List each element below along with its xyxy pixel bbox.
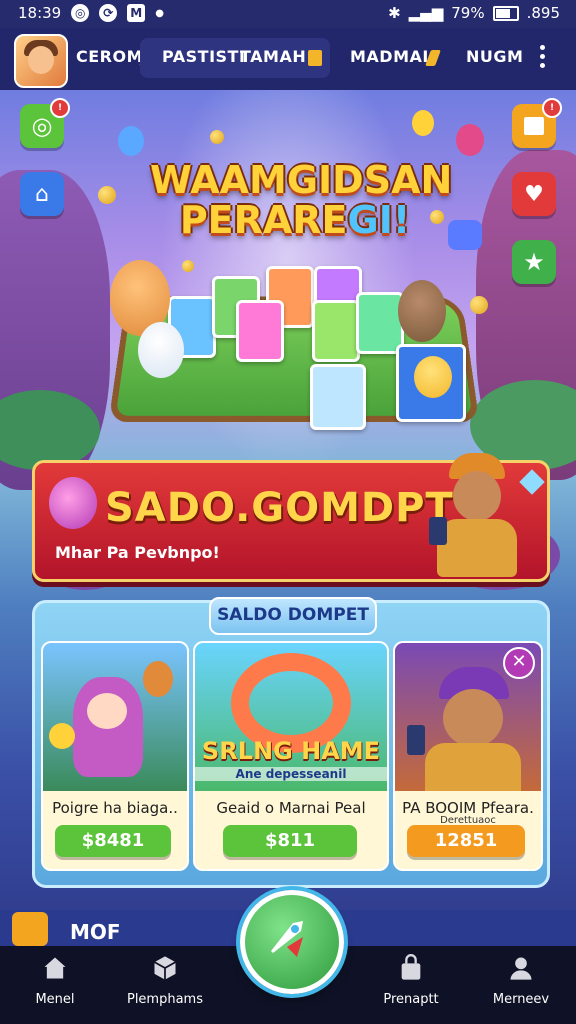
wallet-panel-tab: SALDO DOMPET	[209, 597, 377, 635]
promo-character	[427, 453, 527, 577]
tab-madmai[interactable]: MADMAI	[350, 47, 429, 66]
home-side-button[interactable]: ⌂	[20, 172, 64, 216]
mail-side-button[interactable]: !	[512, 98, 562, 148]
swirl-icon: ◎	[31, 112, 53, 140]
heart-icon: ♥	[524, 181, 544, 207]
game-title: WAAMGIDSAN PERAREGI!	[150, 158, 453, 242]
status-time: 18:39	[18, 4, 62, 22]
nav-item-shop[interactable]: Prenaptt	[356, 954, 466, 1007]
character-card	[356, 292, 404, 354]
balloon-icon	[118, 126, 144, 156]
battery-icon	[492, 5, 519, 21]
game-card[interactable]: ✕ PA BOOIM Pfeara. Derettuaoc 12851	[393, 641, 543, 871]
game-title-line1: WAAMGIDSAN	[150, 158, 453, 202]
game-card-art-caption: SRLNG HAME	[201, 737, 381, 765]
nav-item-profile[interactable]: Merneev	[466, 954, 576, 1007]
tab-tamah[interactable]: TAMAH	[240, 47, 306, 66]
wallet-panel: SALDO DOMPET Poigre ha biaga.. $8481 SRL…	[32, 597, 550, 888]
rocket-icon	[271, 921, 303, 957]
game-card[interactable]: SRLNG HAME Ane depesseanil Geaid o Marna…	[193, 641, 389, 871]
house-icon: ⌂	[35, 181, 49, 207]
price-button[interactable]: $811	[223, 825, 357, 857]
price-button[interactable]: $8481	[55, 825, 171, 857]
game-card-art	[43, 643, 187, 791]
game-card-title: Geaid o Marnai Peal	[216, 799, 366, 817]
otter-character	[398, 280, 446, 342]
home-icon	[44, 957, 66, 979]
bluetooth-icon: ✱	[388, 4, 401, 22]
avatar[interactable]	[14, 34, 68, 88]
star-icon: ★	[523, 248, 545, 276]
game-card-art-subcaption: Ane depesseanil	[195, 767, 387, 781]
note-icon	[308, 50, 322, 66]
promo-banner[interactable]: SADO.GOMDPT Mhar Pa Pevbnpo!	[32, 453, 550, 582]
status-bar: 18:39 ◎ ⟳ M ● ✱ ▂▄▆ 79% .895	[0, 0, 576, 28]
game-card-title: Poigre ha biaga..	[52, 799, 178, 817]
strip-text: MOF	[70, 920, 121, 944]
mail-notification-icon: M	[127, 4, 146, 22]
bunny-mascot	[49, 477, 97, 529]
balloon-icon	[456, 124, 484, 156]
price-button[interactable]: 12851	[407, 825, 525, 857]
bag-icon	[401, 954, 421, 980]
person-icon	[510, 957, 532, 980]
close-icon[interactable]: ✕	[503, 647, 535, 679]
promo-subtitle: Mhar Pa Pevbnpo!	[55, 543, 220, 562]
gift-icon	[448, 220, 482, 250]
favorites-side-button[interactable]: ♥	[512, 172, 556, 216]
nav-label: Plemphams	[126, 992, 203, 1007]
nav-label: Merneev	[492, 992, 550, 1007]
character-card	[312, 300, 360, 362]
promo-title: SADO.GOMDPT	[105, 485, 454, 531]
nav-item-games[interactable]: Plemphams	[110, 954, 220, 1007]
cube-icon	[154, 956, 176, 980]
dot-notification-icon: ●	[155, 7, 164, 19]
battery-percent: 79%	[451, 4, 485, 22]
ghost-character	[138, 322, 184, 378]
center-action-button[interactable]	[240, 890, 344, 994]
nav-item-home[interactable]: Menel	[0, 954, 110, 1007]
signal-icon: ▂▄▆	[408, 4, 444, 22]
phone-icon	[429, 517, 447, 545]
app-bar: CEROMA PASTISTI TAMAH MADMAI NUGM	[0, 28, 576, 90]
chick-character	[414, 356, 452, 398]
strip-icon	[12, 912, 48, 946]
sync-notification-icon: ⟳	[99, 4, 118, 22]
character-card	[236, 300, 284, 362]
spin-wheel-button[interactable]: ◎ !	[20, 98, 70, 148]
star-side-button[interactable]: ★	[512, 240, 556, 284]
ballot-box-card	[310, 364, 366, 430]
game-card-art: SRLNG HAME Ane depesseanil	[195, 643, 387, 791]
tab-pastisti[interactable]: PASTISTI	[162, 47, 245, 66]
tab-nugm[interactable]: NUGM	[466, 47, 523, 66]
game-card[interactable]: Poigre ha biaga.. $8481	[41, 641, 189, 871]
envelope-icon	[524, 117, 544, 135]
game-title-line2: PERAREGI!	[179, 198, 411, 242]
more-menu-icon[interactable]	[540, 45, 546, 72]
balloon-icon	[412, 110, 434, 136]
status-extra: .895	[526, 4, 560, 22]
nav-label: Menel	[35, 992, 75, 1007]
app-notification-icon: ◎	[71, 4, 90, 22]
nav-label: Prenaptt	[383, 992, 439, 1007]
